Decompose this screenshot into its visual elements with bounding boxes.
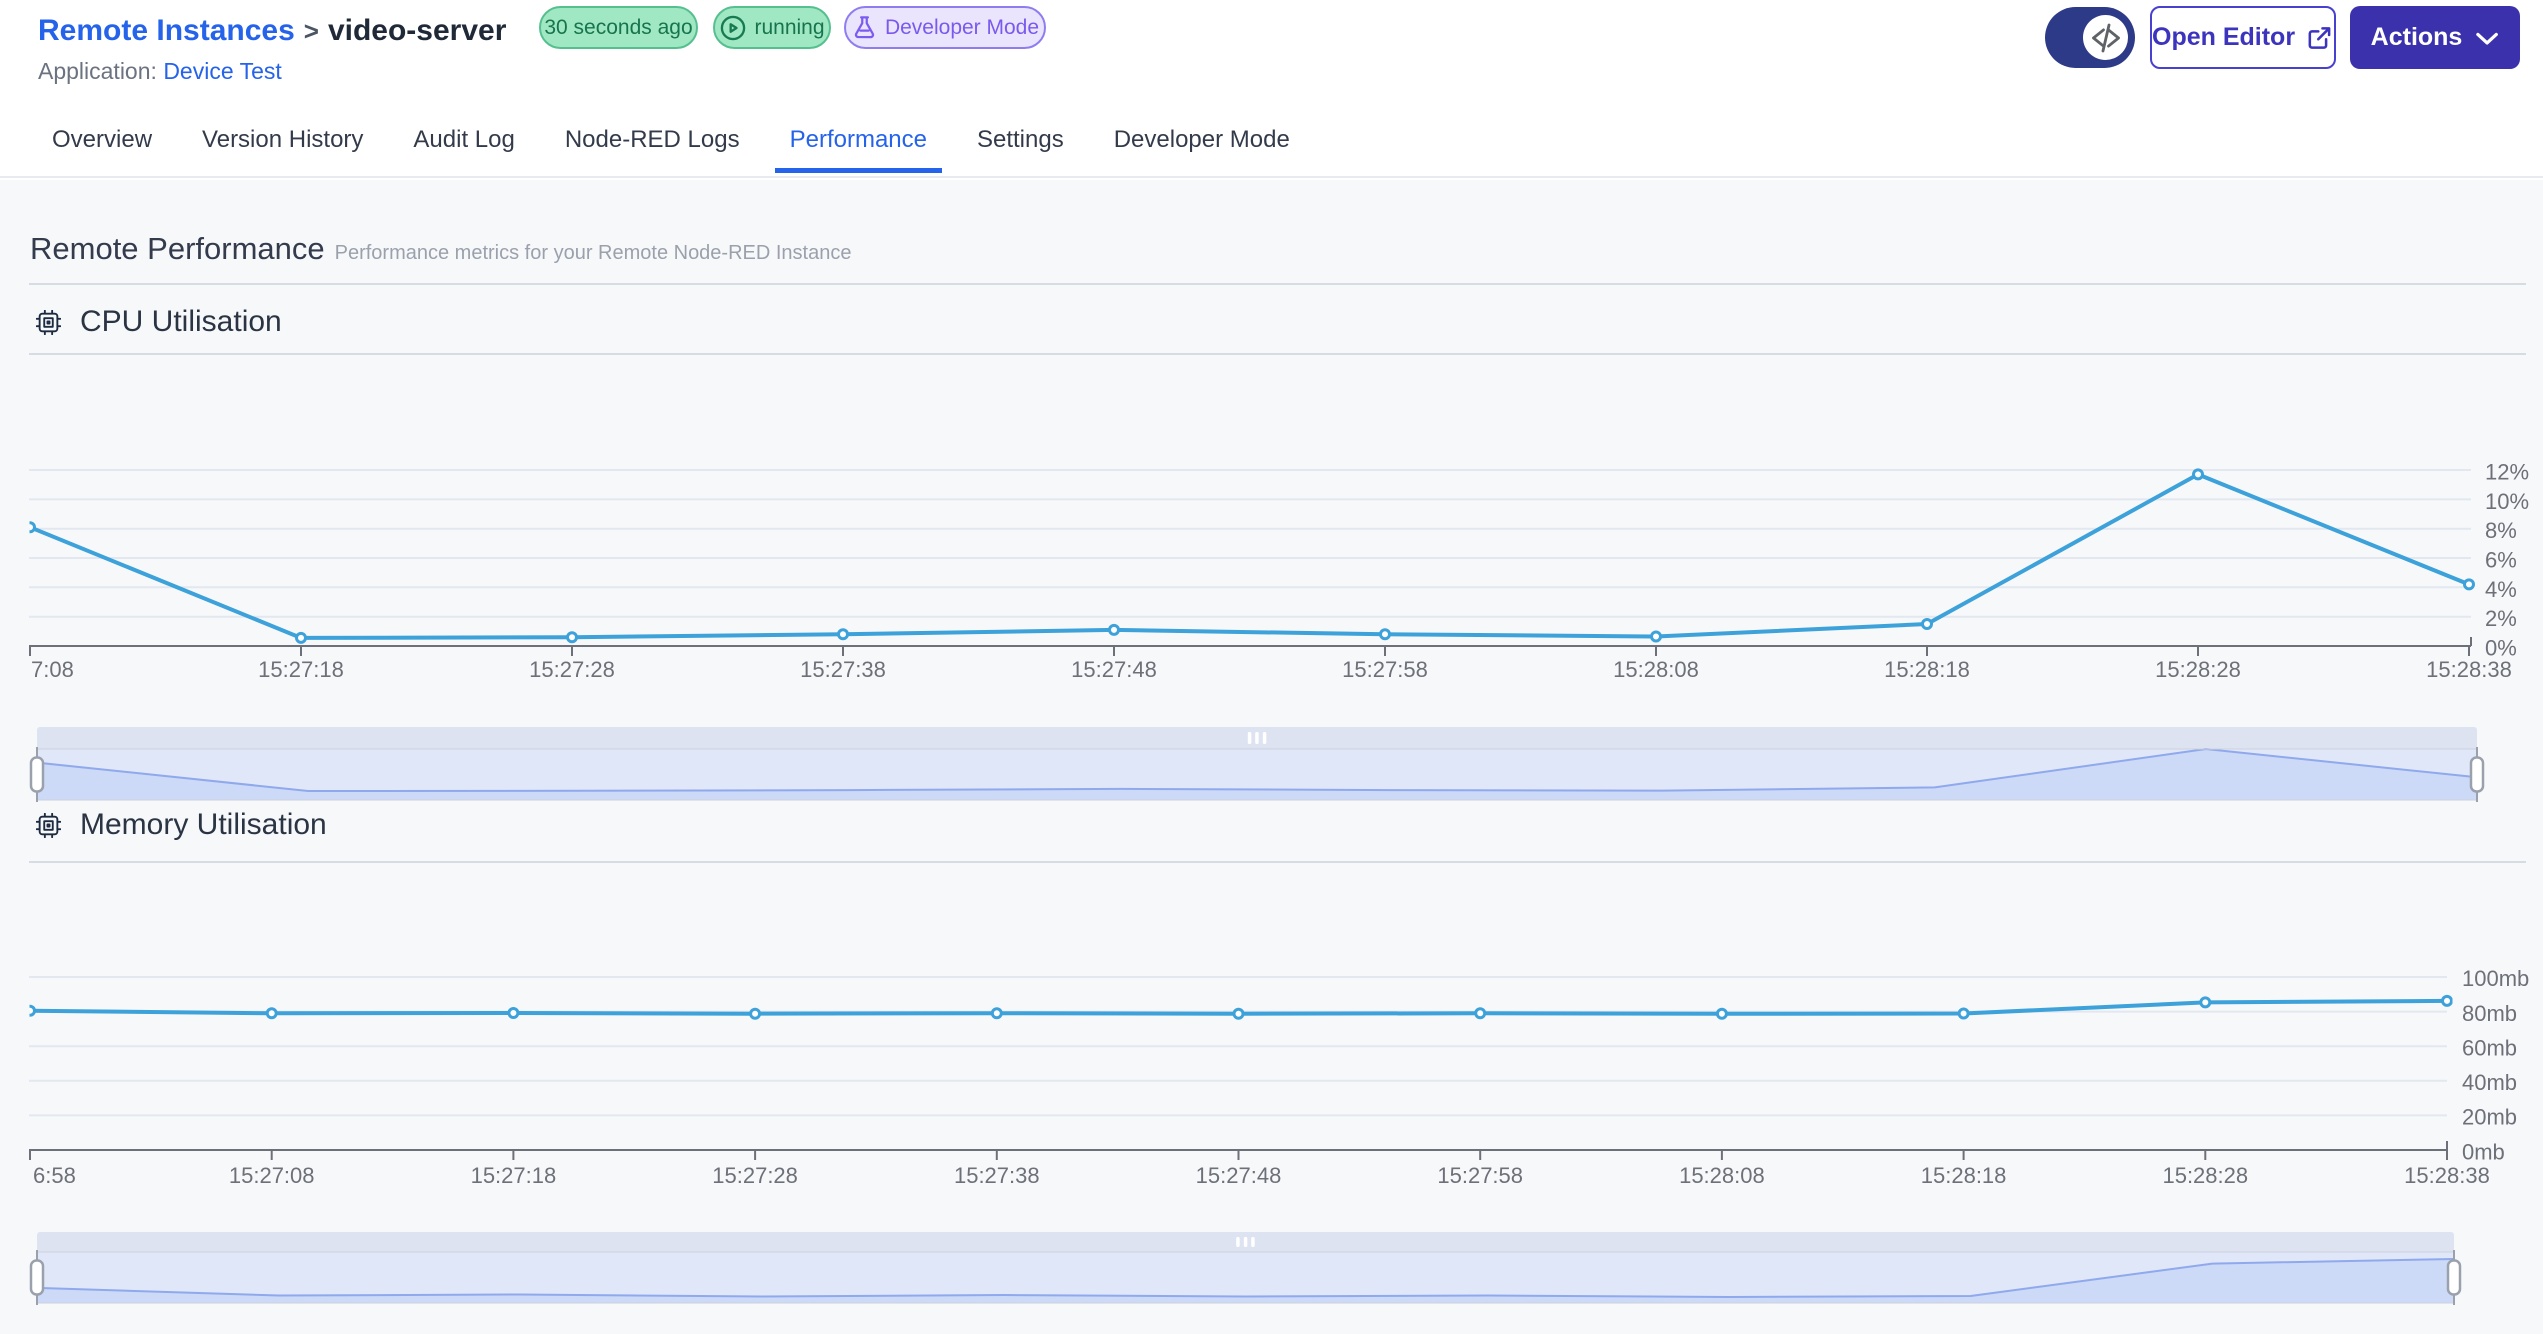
svg-text:15:27:58: 15:27:58 <box>1342 657 1428 682</box>
svg-text:15:28:28: 15:28:28 <box>2162 1163 2248 1188</box>
svg-text:20mb: 20mb <box>2462 1105 2517 1130</box>
svg-text:6:58: 6:58 <box>33 1163 76 1188</box>
svg-text:12%: 12% <box>2485 460 2529 485</box>
svg-text:15:28:08: 15:28:08 <box>1679 1163 1765 1188</box>
svg-text:15:27:48: 15:27:48 <box>1071 657 1157 682</box>
svg-text:2%: 2% <box>2485 606 2517 631</box>
svg-text:15:27:28: 15:27:28 <box>529 657 615 682</box>
svg-text:40mb: 40mb <box>2462 1070 2517 1095</box>
svg-text:15:28:18: 15:28:18 <box>1884 657 1970 682</box>
svg-text:15:27:38: 15:27:38 <box>954 1163 1040 1188</box>
svg-text:15:28:18: 15:28:18 <box>1921 1163 2007 1188</box>
svg-text:10%: 10% <box>2485 489 2529 514</box>
svg-text:60mb: 60mb <box>2462 1035 2517 1060</box>
svg-text:15:27:18: 15:27:18 <box>258 657 344 682</box>
svg-text:0mb: 0mb <box>2462 1139 2505 1164</box>
svg-text:8%: 8% <box>2485 518 2517 543</box>
svg-text:15:28:28: 15:28:28 <box>2155 657 2241 682</box>
svg-text:15:28:38: 15:28:38 <box>2404 1163 2490 1188</box>
svg-text:80mb: 80mb <box>2462 1001 2517 1026</box>
svg-text:100mb: 100mb <box>2462 966 2529 991</box>
svg-text:15:27:58: 15:27:58 <box>1437 1163 1523 1188</box>
svg-text:15:28:38: 15:28:38 <box>2426 657 2512 682</box>
svg-text:0%: 0% <box>2485 636 2517 661</box>
svg-text:7:08: 7:08 <box>31 657 74 682</box>
svg-text:6%: 6% <box>2485 548 2517 573</box>
svg-text:15:27:38: 15:27:38 <box>800 657 886 682</box>
svg-text:15:27:48: 15:27:48 <box>1196 1163 1282 1188</box>
svg-text:15:28:08: 15:28:08 <box>1613 657 1699 682</box>
svg-text:15:27:28: 15:27:28 <box>712 1163 798 1188</box>
svg-text:15:27:08: 15:27:08 <box>229 1163 315 1188</box>
svg-text:4%: 4% <box>2485 577 2517 602</box>
svg-text:15:27:18: 15:27:18 <box>471 1163 557 1188</box>
